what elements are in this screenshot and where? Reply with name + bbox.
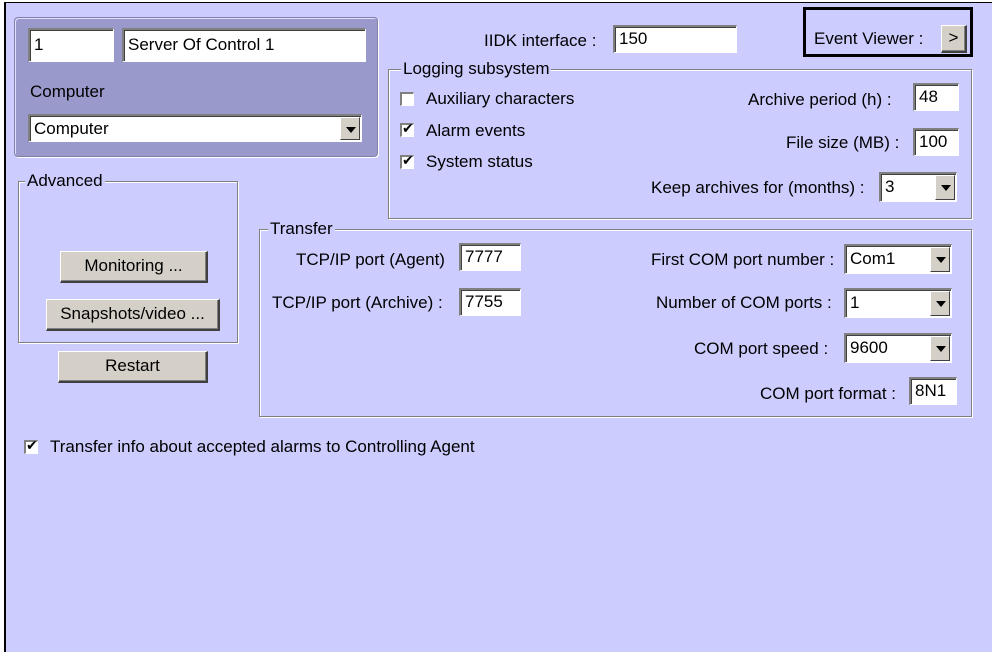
checkmark-icon: ✔: [402, 153, 414, 169]
checkmark-icon: ✔: [402, 121, 414, 137]
keep-archives-value: 3: [885, 177, 895, 196]
server-id-field[interactable]: 1: [28, 28, 114, 62]
snapshots-video-button[interactable]: Snapshots/video ...: [46, 299, 220, 331]
tcp-archive-field[interactable]: 7755: [459, 288, 521, 316]
tcp-agent-field[interactable]: 7777: [459, 243, 521, 271]
alarm-events-label: Alarm events: [426, 121, 526, 140]
tcp-agent-label: TCP/IP port (Agent): [296, 250, 445, 269]
archive-period-field[interactable]: 48: [913, 83, 959, 111]
com-port-speed-label: COM port speed :: [694, 339, 829, 358]
transfer-alarms-label: Transfer info about accepted alarms to C…: [50, 437, 475, 456]
file-size-field[interactable]: 100: [913, 128, 959, 156]
chevron-down-icon[interactable]: [930, 336, 950, 361]
first-com-port-select[interactable]: Com1: [844, 244, 952, 274]
advanced-title: Advanced: [25, 170, 105, 192]
event-viewer-button[interactable]: >: [941, 25, 967, 53]
iidk-interface-field[interactable]: 150: [613, 25, 737, 53]
chevron-down-icon[interactable]: [930, 247, 950, 272]
computer-label: Computer: [30, 82, 105, 101]
server-name-field[interactable]: Server Of Control 1: [122, 28, 366, 62]
keep-archives-select[interactable]: 3: [879, 172, 957, 202]
alarm-events-checkbox[interactable]: ✔: [400, 121, 414, 137]
com-port-speed-value: 9600: [850, 338, 888, 357]
com-ports-count-select[interactable]: 1: [844, 288, 952, 318]
chevron-down-icon[interactable]: [935, 175, 955, 200]
computer-select-value: Computer: [34, 119, 109, 138]
transfer-alarms-checkbox[interactable]: ✔: [24, 438, 38, 454]
restart-button[interactable]: Restart: [58, 351, 208, 383]
first-com-port-label: First COM port number :: [651, 250, 835, 269]
checkmark-icon: ✔: [26, 438, 38, 454]
com-ports-count-label: Number of COM ports :: [656, 293, 832, 312]
archive-period-label: Archive period (h) :: [748, 90, 892, 109]
tcp-archive-label: TCP/IP port (Archive) :: [272, 293, 443, 312]
event-viewer-label: Event Viewer :: [814, 29, 924, 48]
aux-characters-checkbox[interactable]: [400, 92, 414, 106]
chevron-down-icon[interactable]: [930, 291, 950, 316]
system-status-checkbox[interactable]: ✔: [400, 153, 414, 169]
com-port-speed-select[interactable]: 9600: [844, 333, 952, 363]
computer-select[interactable]: Computer: [28, 114, 362, 142]
com-port-format-field[interactable]: 8N1: [909, 377, 957, 405]
aux-characters-label: Auxiliary characters: [426, 89, 575, 108]
chevron-down-icon[interactable]: [340, 117, 360, 140]
file-size-label: File size (MB) :: [786, 133, 900, 152]
transfer-title: Transfer: [268, 218, 335, 240]
com-ports-count-value: 1: [850, 293, 860, 312]
logging-subsystem-title: Logging subsystem: [401, 58, 552, 80]
iidk-interface-label: IIDK interface :: [484, 31, 597, 50]
com-port-format-label: COM port format :: [760, 384, 897, 403]
system-status-label: System status: [426, 152, 533, 171]
keep-archives-label: Keep archives for (months) :: [651, 178, 865, 197]
monitoring-button[interactable]: Monitoring ...: [60, 251, 208, 283]
settings-panel: 1 Server Of Control 1 Computer Computer …: [4, 2, 992, 652]
first-com-port-value: Com1: [850, 249, 896, 268]
